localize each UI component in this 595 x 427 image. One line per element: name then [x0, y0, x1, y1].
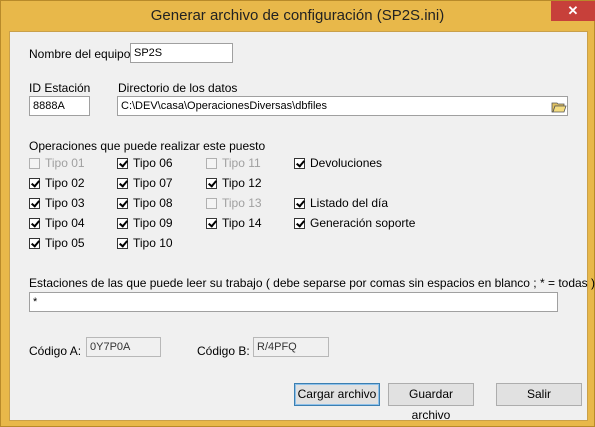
- operaciones-label: Operaciones que puede realizar este pues…: [29, 139, 266, 153]
- checkbox-box[interactable]: [294, 197, 305, 209]
- cargar-archivo-button[interactable]: Cargar archivo: [294, 383, 380, 406]
- checkbox-label: Tipo 02: [45, 176, 85, 190]
- checkbox-label: Tipo 12: [222, 176, 262, 190]
- checkbox-box[interactable]: [294, 217, 305, 229]
- checkbox-label: Tipo 14: [222, 216, 262, 230]
- checkbox-label: Listado del día: [310, 196, 389, 210]
- equipo-label: Nombre del equipo:: [29, 47, 134, 61]
- browse-folder-button[interactable]: [551, 99, 567, 115]
- checkbox-box[interactable]: [206, 177, 217, 189]
- checkbox-box[interactable]: [117, 157, 128, 169]
- checkbox-listado-del-dia[interactable]: Listado del día: [294, 196, 388, 210]
- salir-button[interactable]: Salir: [496, 383, 582, 406]
- checkbox-tipo-01: Tipo 01: [29, 156, 85, 170]
- checkbox-tipo-05[interactable]: Tipo 05: [29, 236, 85, 250]
- checkbox-box: [206, 197, 217, 209]
- window-title: Generar archivo de configuración (SP2S.i…: [150, 7, 445, 24]
- checkbox-box[interactable]: [29, 217, 40, 229]
- checkbox-label: Tipo 09: [133, 216, 173, 230]
- directorio-label: Directorio de los datos: [118, 81, 238, 95]
- checkbox-label: Tipo 08: [133, 196, 173, 210]
- equipo-input[interactable]: SP2S: [130, 43, 233, 63]
- estaciones-input[interactable]: *: [29, 292, 558, 312]
- checkbox-tipo-13: Tipo 13: [206, 196, 262, 210]
- checkbox-label: Tipo 06: [133, 156, 173, 170]
- estacion-input[interactable]: 8888A: [29, 96, 90, 116]
- checkbox-devoluciones[interactable]: Devoluciones: [294, 156, 382, 170]
- checkbox-label: Tipo 04: [45, 216, 85, 230]
- codigo-b-field: R/4PFQ: [253, 337, 329, 357]
- checkbox-box[interactable]: [117, 217, 128, 229]
- dialog-window: Generar archivo de configuración (SP2S.i…: [0, 0, 595, 427]
- folder-open-icon: [551, 102, 567, 113]
- checkbox-box[interactable]: [29, 237, 40, 249]
- checkbox-label: Tipo 05: [45, 236, 85, 250]
- checkbox-box: [206, 157, 217, 169]
- checkbox-label: Generación soporte: [310, 216, 416, 230]
- checkbox-box[interactable]: [29, 197, 40, 209]
- checkbox-label: Tipo 13: [222, 196, 262, 210]
- close-button[interactable]: ✕: [551, 1, 595, 21]
- checkbox-box[interactable]: [29, 177, 40, 189]
- checkbox-tipo-02[interactable]: Tipo 02: [29, 176, 85, 190]
- checkbox-label: Tipo 10: [133, 236, 173, 250]
- checkbox-tipo-09[interactable]: Tipo 09: [117, 216, 173, 230]
- directorio-input[interactable]: C:\DEV\casa\OperacionesDiversas\dbfiles: [117, 96, 568, 116]
- checkbox-label: Tipo 11: [222, 156, 261, 170]
- checkbox-tipo-14[interactable]: Tipo 14: [206, 216, 262, 230]
- codigo-a-label: Código A:: [29, 344, 82, 358]
- checkbox-tipo-07[interactable]: Tipo 07: [117, 176, 173, 190]
- checkbox-box[interactable]: [117, 237, 128, 249]
- checkbox-label: Tipo 03: [45, 196, 85, 210]
- checkbox-box[interactable]: [117, 177, 128, 189]
- checkbox-label: Tipo 07: [133, 176, 173, 190]
- checkbox-tipo-08[interactable]: Tipo 08: [117, 196, 173, 210]
- codigo-b-label: Código B:: [197, 344, 250, 358]
- guardar-archivo-button[interactable]: Guardar archivo: [388, 383, 474, 422]
- checkbox-tipo-12[interactable]: Tipo 12: [206, 176, 262, 190]
- checkbox-box[interactable]: [294, 157, 305, 169]
- checkbox-box[interactable]: [206, 217, 217, 229]
- checkbox-label: Tipo 01: [45, 156, 85, 170]
- checkbox-label: Devoluciones: [310, 156, 383, 170]
- checkbox-tipo-03[interactable]: Tipo 03: [29, 196, 85, 210]
- close-icon: ✕: [567, 3, 579, 18]
- codigo-a-field: 0Y7P0A: [86, 337, 161, 357]
- title-bar[interactable]: Generar archivo de configuración (SP2S.i…: [1, 1, 595, 31]
- checkbox-tipo-06[interactable]: Tipo 06: [117, 156, 173, 170]
- checkbox-tipo-10[interactable]: Tipo 10: [117, 236, 173, 250]
- estaciones-label: Estaciones de las que puede leer su trab…: [29, 276, 595, 290]
- checkbox-tipo-11: Tipo 11: [206, 156, 261, 170]
- estacion-label: ID Estación: [29, 81, 91, 95]
- checkbox-generacion-soporte[interactable]: Generación soporte: [294, 216, 415, 230]
- checkbox-box[interactable]: [117, 197, 128, 209]
- dialog-content: Nombre del equipo: SP2S ID Estación 8888…: [9, 31, 595, 422]
- checkbox-tipo-04[interactable]: Tipo 04: [29, 216, 85, 230]
- checkbox-box: [29, 157, 40, 169]
